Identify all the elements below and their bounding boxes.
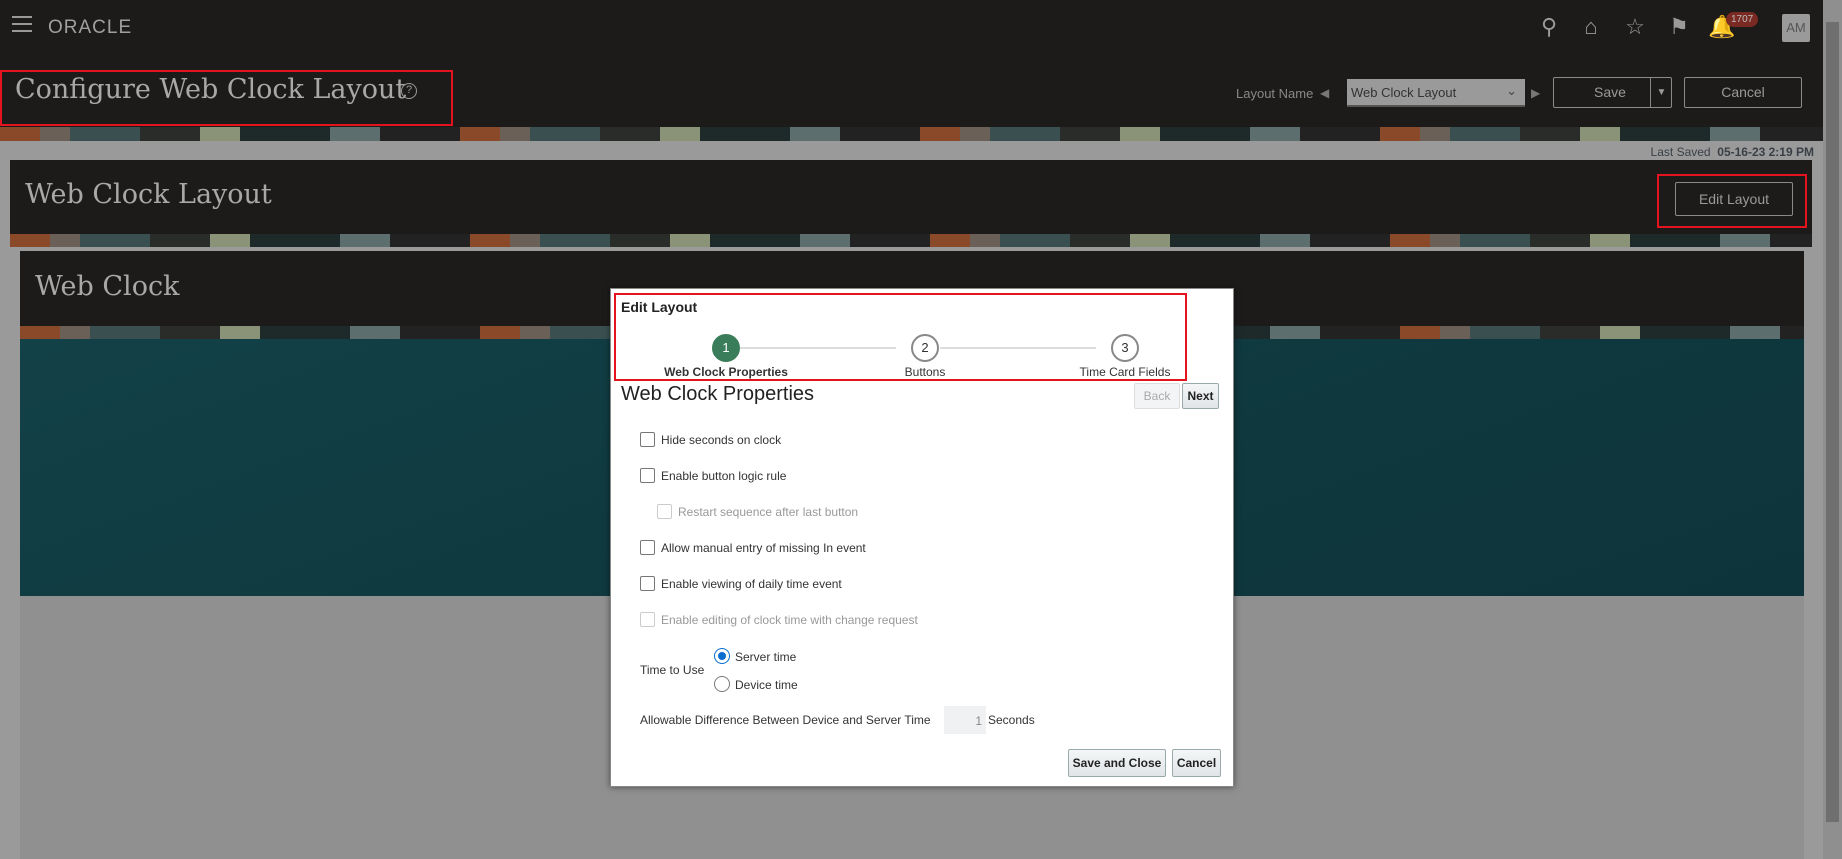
edit-clock-time-label: Enable editing of clock time with change…: [661, 613, 918, 627]
next-layout-arrow[interactable]: ▶: [1531, 86, 1540, 100]
layout-name-label: Layout Name: [1236, 86, 1314, 101]
server-time-radio[interactable]: [714, 648, 730, 664]
edit-layout-button[interactable]: Edit Layout: [1675, 182, 1793, 216]
allowable-difference-input[interactable]: 1: [944, 706, 986, 734]
dialog-title: Edit Layout: [621, 299, 698, 315]
oracle-logo[interactable]: ORACLE: [48, 17, 132, 39]
section-title: Web Clock Properties: [621, 383, 815, 405]
train-connector: [740, 347, 896, 349]
back-button[interactable]: Back: [1134, 383, 1180, 409]
restart-sequence-label: Restart sequence after last button: [678, 505, 859, 519]
page-title: Configure Web Clock Layout: [15, 74, 407, 105]
button-logic-label: Enable button logic rule: [661, 469, 787, 483]
layout-panel: [10, 160, 1812, 234]
button-logic-checkbox[interactable]: [640, 468, 655, 483]
next-button[interactable]: Next: [1182, 383, 1219, 409]
layout-panel-title: Web Clock Layout: [25, 179, 272, 210]
train-step-1-label[interactable]: Web Clock Properties: [626, 365, 826, 379]
train-connector: [940, 347, 1096, 349]
hide-seconds-checkbox[interactable]: [640, 432, 655, 447]
train-step-2-label[interactable]: Buttons: [825, 365, 1025, 379]
layout-name-value: Web Clock Layout: [1351, 85, 1457, 100]
previous-layout-arrow[interactable]: ◀: [1320, 86, 1329, 100]
flag-icon[interactable]: ⚑: [1664, 12, 1694, 42]
manual-entry-checkbox[interactable]: [640, 540, 655, 555]
edit-clock-time-checkbox: [640, 612, 655, 627]
chevron-down-icon: ⌄: [1506, 83, 1517, 98]
allowable-difference-label: Allowable Difference Between Device and …: [640, 713, 931, 727]
banner-stripe: [10, 234, 1812, 247]
time-to-use-label: Time to Use: [640, 663, 705, 677]
notification-badge: 1707: [1726, 12, 1759, 27]
train-step-3-label[interactable]: Time Card Fields: [1025, 365, 1225, 379]
manual-entry-label: Allow manual entry of missing In event: [661, 541, 866, 555]
save-menu-chevron-icon[interactable]: ▼: [1650, 78, 1672, 107]
hamburger-menu-icon[interactable]: [12, 16, 32, 32]
restart-sequence-checkbox: [657, 504, 672, 519]
dialog-cancel-button[interactable]: Cancel: [1172, 749, 1221, 777]
device-time-label: Device time: [735, 678, 798, 692]
scrollbar[interactable]: [1823, 0, 1842, 859]
avatar[interactable]: AM: [1782, 14, 1810, 42]
save-and-close-button[interactable]: Save and Close: [1068, 749, 1166, 777]
seconds-unit-label: Seconds: [988, 713, 1035, 727]
help-icon[interactable]: ?: [401, 83, 417, 99]
hide-seconds-label: Hide seconds on clock: [661, 433, 782, 447]
cancel-button[interactable]: Cancel: [1684, 77, 1802, 108]
save-button[interactable]: Save ▼: [1553, 77, 1672, 108]
device-time-radio[interactable]: [714, 676, 730, 692]
banner-stripe: [0, 127, 1823, 141]
train-step-2[interactable]: 2: [911, 334, 939, 362]
web-clock-title: Web Clock: [35, 271, 180, 302]
server-time-label: Server time: [735, 650, 797, 664]
search-icon[interactable]: ⚲: [1534, 12, 1564, 42]
daily-time-event-label: Enable viewing of daily time event: [661, 577, 842, 591]
train-step-3[interactable]: 3: [1111, 334, 1139, 362]
last-saved: Last Saved 05-16-23 2:19 PM: [1650, 145, 1814, 159]
edit-layout-dialog: Edit Layout 1 2 3 Web Clock Properties B…: [610, 288, 1234, 787]
home-icon[interactable]: ⌂: [1576, 12, 1606, 42]
layout-name-select[interactable]: Web Clock Layout ⌄: [1347, 79, 1525, 107]
favorites-star-icon[interactable]: ☆: [1620, 12, 1650, 42]
train-step-1[interactable]: 1: [712, 334, 740, 362]
daily-time-event-checkbox[interactable]: [640, 576, 655, 591]
